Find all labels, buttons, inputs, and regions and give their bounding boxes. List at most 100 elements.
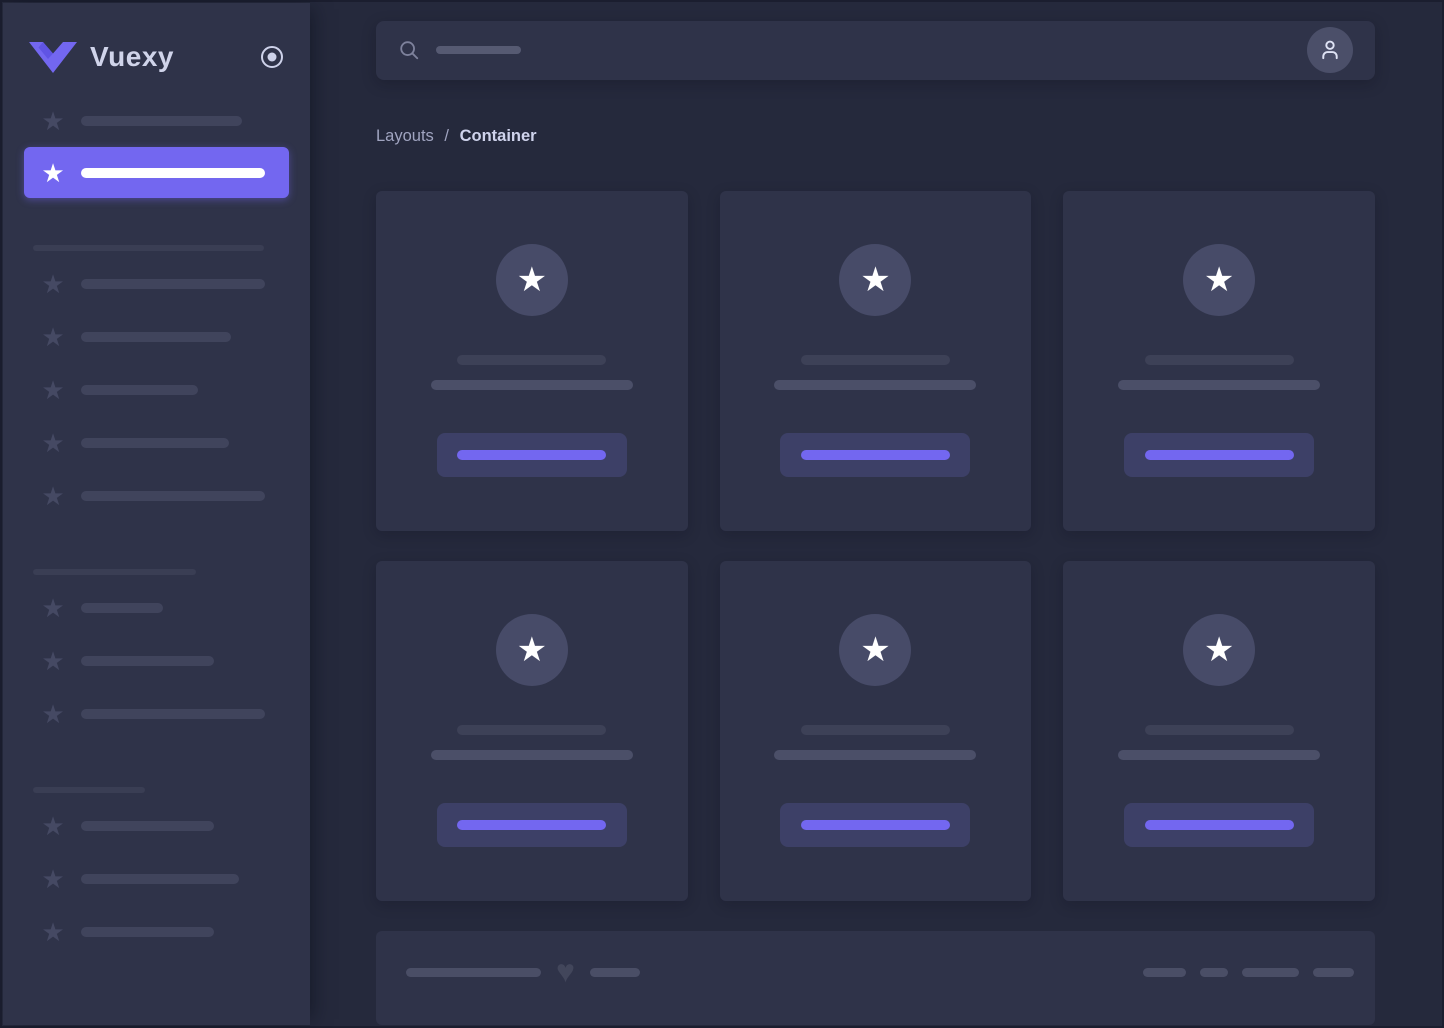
vuexy-logo-icon xyxy=(29,41,77,73)
sidebar-item[interactable]: ★ xyxy=(3,634,310,687)
footer-link-skeleton xyxy=(1242,968,1299,978)
star-icon: ★ xyxy=(1203,630,1235,669)
star-icon: ★ xyxy=(41,374,65,405)
sidebar-item-label-skeleton xyxy=(81,820,214,831)
card-avatar-circle: ★ xyxy=(1183,243,1256,316)
card-subtitle-skeleton xyxy=(774,749,977,760)
sidebar-item[interactable]: ★ xyxy=(3,469,310,522)
breadcrumb-separator: / xyxy=(444,126,449,145)
star-icon: ★ xyxy=(516,630,548,669)
card: ★ xyxy=(719,560,1032,901)
app-title: Vuexy xyxy=(90,41,174,72)
card-avatar-circle: ★ xyxy=(495,613,568,686)
sidebar-item[interactable]: ★ xyxy=(3,905,310,958)
card-title-skeleton xyxy=(457,354,607,365)
footer-text-skeleton xyxy=(590,968,640,978)
card-avatar-circle: ★ xyxy=(495,243,568,316)
star-icon: ★ xyxy=(41,863,65,894)
sidebar-item[interactable]: ★ xyxy=(3,310,310,363)
star-icon: ★ xyxy=(41,321,65,352)
sidebar-item-label-skeleton xyxy=(81,708,265,719)
button-label-skeleton xyxy=(457,449,607,460)
button-label-skeleton xyxy=(800,819,950,830)
button-label-skeleton xyxy=(1144,449,1294,460)
bottom-panel: ♥ xyxy=(376,930,1375,1025)
user-avatar[interactable] xyxy=(1307,27,1353,74)
star-icon: ★ xyxy=(860,630,891,669)
star-icon: ★ xyxy=(41,698,65,729)
sidebar-item[interactable]: ★ xyxy=(3,416,310,469)
search-placeholder-skeleton xyxy=(436,46,521,55)
card-action-button[interactable] xyxy=(1124,432,1315,477)
sidebar-nav: ★ ★ ★ ★ ★ ★ ★ ★ ★ ★ ★ ★ ★ xyxy=(3,94,310,958)
sidebar-section-header-skeleton xyxy=(33,245,264,251)
star-icon: ★ xyxy=(41,810,65,841)
card-action-button[interactable] xyxy=(436,802,627,847)
footer-link-skeleton xyxy=(1313,968,1354,978)
sidebar-section-header-skeleton xyxy=(33,787,145,793)
card-action-button[interactable] xyxy=(436,432,627,477)
star-icon: ★ xyxy=(41,268,65,299)
card-title-skeleton xyxy=(1144,354,1294,365)
card-title-skeleton xyxy=(800,354,950,365)
card-subtitle-skeleton xyxy=(774,379,977,390)
card-subtitle-skeleton xyxy=(430,379,633,390)
main-content: Layouts / Container ★ ★ ★ ★ ★ ★ ♥ xyxy=(310,3,1441,1025)
person-icon xyxy=(1322,40,1338,60)
card-action-button[interactable] xyxy=(780,432,971,477)
footer-text-skeleton xyxy=(406,968,541,978)
card-subtitle-skeleton xyxy=(430,749,633,760)
sidebar-section-header-skeleton xyxy=(33,569,196,575)
search-bar[interactable] xyxy=(376,21,1375,80)
star-icon: ★ xyxy=(41,480,65,511)
sidebar-item-label-skeleton xyxy=(81,437,229,448)
card-avatar-circle: ★ xyxy=(839,243,912,316)
sidebar-item-label-skeleton xyxy=(81,602,163,613)
sidebar-item[interactable]: ★ xyxy=(3,687,310,740)
footer-right-group xyxy=(1143,968,1354,978)
card-action-button[interactable] xyxy=(1124,802,1315,847)
card-subtitle-skeleton xyxy=(1118,749,1321,760)
card: ★ xyxy=(376,190,688,531)
star-icon: ★ xyxy=(1203,260,1235,299)
sidebar-item-label-skeleton xyxy=(81,331,231,342)
card-subtitle-skeleton xyxy=(1118,379,1321,390)
breadcrumb: Layouts / Container xyxy=(376,126,1375,146)
card-avatar-circle: ★ xyxy=(1183,613,1256,686)
search-icon xyxy=(398,39,420,61)
star-icon: ★ xyxy=(41,592,65,623)
sidebar-item-label-skeleton xyxy=(81,115,242,126)
sidebar-item-label-skeleton xyxy=(81,384,198,395)
sidebar-item[interactable]: ★ xyxy=(3,363,310,416)
menu-pin-radio-icon[interactable] xyxy=(260,45,284,69)
button-label-skeleton xyxy=(457,819,607,830)
star-icon: ★ xyxy=(41,916,65,947)
star-icon: ★ xyxy=(41,427,65,458)
star-icon: ★ xyxy=(41,157,65,188)
app-frame: Vuexy ★ ★ ★ ★ ★ ★ ★ ★ ★ ★ ★ ★ ★ Layouts … xyxy=(0,0,1444,1028)
sidebar-item-label-skeleton xyxy=(81,278,265,289)
sidebar-item[interactable]: ★ xyxy=(3,257,310,310)
star-icon: ★ xyxy=(516,260,548,299)
footer-left-group: ♥ xyxy=(406,955,640,987)
breadcrumb-parent[interactable]: Layouts xyxy=(376,127,434,145)
sidebar-item[interactable]: ★ xyxy=(3,799,310,852)
star-icon: ★ xyxy=(41,105,65,136)
sidebar-item[interactable]: ★ xyxy=(3,581,310,634)
footer-link-skeleton xyxy=(1143,968,1186,978)
sidebar-item-label-skeleton xyxy=(81,167,265,178)
sidebar-item[interactable]: ★ xyxy=(3,94,310,147)
sidebar-item[interactable]: ★ xyxy=(3,852,310,905)
card: ★ xyxy=(376,560,688,901)
sidebar-item-active[interactable]: ★ xyxy=(24,147,289,198)
button-label-skeleton xyxy=(1144,819,1294,830)
card-title-skeleton xyxy=(800,724,950,735)
card: ★ xyxy=(1063,190,1375,531)
breadcrumb-current: Container xyxy=(459,126,537,145)
card-action-button[interactable] xyxy=(780,802,971,847)
card-avatar-circle: ★ xyxy=(839,613,912,686)
button-label-skeleton xyxy=(800,449,950,460)
card-title-skeleton xyxy=(457,724,607,735)
card: ★ xyxy=(1063,560,1375,901)
sidebar-item-label-skeleton xyxy=(81,873,239,884)
